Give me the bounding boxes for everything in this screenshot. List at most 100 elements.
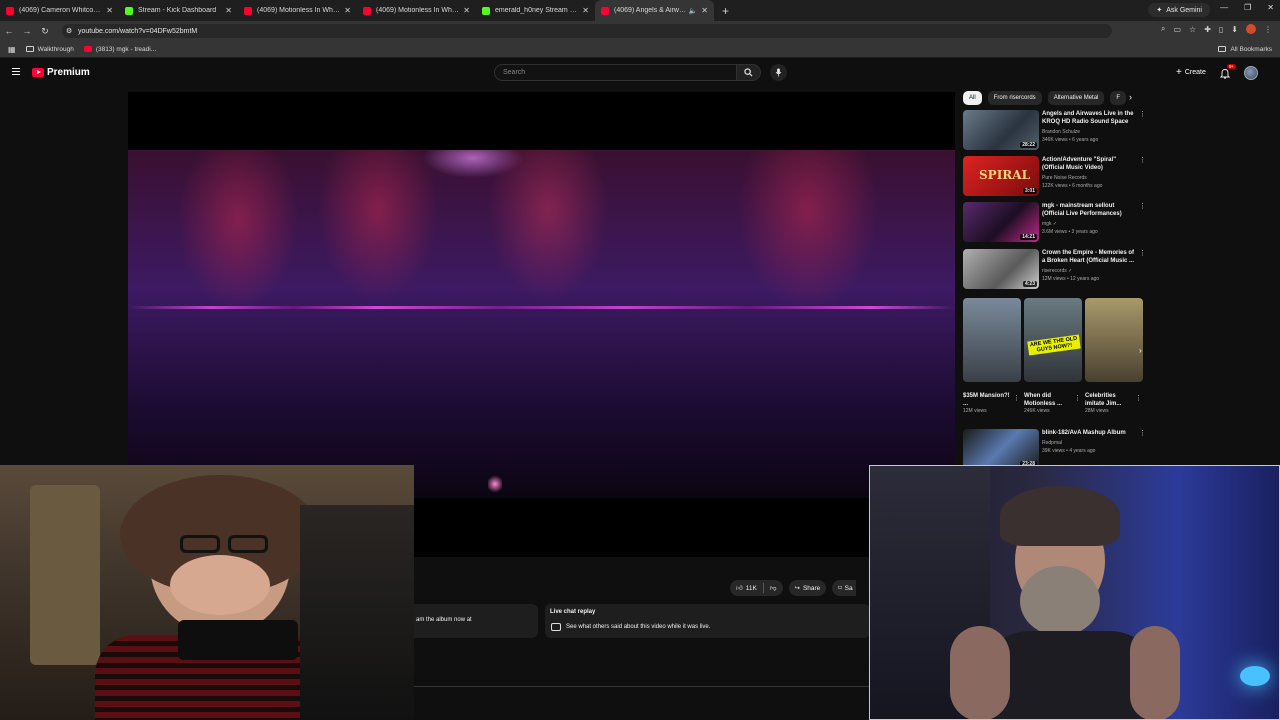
maximize-icon[interactable]: ❐ [1244,3,1251,12]
chip-alternative-metal[interactable]: Alternative Metal [1047,90,1105,105]
youtube-logo[interactable]: Premium [32,67,90,78]
chevron-right-icon[interactable]: › [1139,346,1142,355]
close-tab-icon[interactable]: ✕ [225,6,232,15]
more-options-icon[interactable]: ⋮ [1139,249,1146,257]
more-options-icon[interactable]: ⋮ [1135,394,1142,402]
site-info-icon[interactable]: ⚙ [66,27,72,35]
microphone-icon [775,68,782,77]
recommendation-item[interactable]: 28:22 Angels and Airwaves Live in the KR… [963,110,1146,150]
person-face-lower [170,555,270,615]
plus-icon: + [1176,67,1182,78]
ask-gemini-button[interactable]: ✦ Ask Gemini [1148,3,1210,17]
chip-from-risercords[interactable]: From risercords [987,90,1042,105]
video-thumbnail[interactable]: 23:28 [963,429,1039,469]
video-thumbnail[interactable]: SPIRAL 3:01 [963,156,1039,196]
browser-tab-active[interactable]: (4069) Angels & Airwaves 🔈 ✕ [595,0,714,21]
recommendation-item[interactable]: 14:21 mgk - mainstream sellout (Official… [963,202,1146,242]
video-thumbnail[interactable]: 4:23 [963,249,1039,289]
shorts-shelf: $35M Mansion?! ... 12M views ⋮ ARE WE TH… [963,298,1145,422]
chip-more[interactable]: F [1110,90,1127,105]
more-options-icon[interactable]: ⋮ [1074,394,1081,402]
glasses-right [228,535,268,553]
search-button[interactable] [737,64,761,81]
url-field[interactable]: ⚙ youtube.com/watch?v=04DFw52bmtM [62,24,1112,38]
youtube-icon [363,6,371,15]
short-item[interactable]: ARE WE THE OLD GUYS NOW?! When did Motio… [1024,298,1082,414]
menu-kebab-icon[interactable]: ⋮ [1264,25,1272,34]
all-bookmarks[interactable]: All Bookmarks [1218,46,1272,53]
cast-icon[interactable]: ▭ [1173,25,1181,34]
more-options-icon[interactable]: ⋮ [1139,156,1146,164]
zoom-icon[interactable]: ⌕ [1161,24,1165,34]
voice-search-button[interactable] [770,64,787,81]
short-item[interactable]: $35M Mansion?! ... 12M views ⋮ [963,298,1021,414]
blue-light [1240,666,1270,686]
extensions-icon[interactable]: ✚ [1204,25,1211,34]
recommendation-item[interactable]: 4:23 Crown the Empire - Memories of a Br… [963,249,1146,289]
youtube-icon [83,46,92,52]
reload-icon[interactable]: ↻ [36,26,54,37]
speaker-icon[interactable]: 🔈 [689,7,698,15]
user-avatar[interactable] [1244,66,1258,80]
microphone [178,620,298,660]
new-tab-icon[interactable]: + [722,4,729,18]
live-chat-replay-panel[interactable]: Live chat replay See what others said ab… [545,604,870,638]
short-thumbnail[interactable] [1085,298,1143,382]
minimize-icon[interactable]: — [1220,3,1228,12]
browser-tab[interactable]: (4069) Motionless In White - S ✕ [357,0,476,21]
close-tab-icon[interactable]: ✕ [701,6,708,15]
chevron-right-icon[interactable]: › [1129,92,1132,102]
browser-tab[interactable]: (4069) Cameron Whitcomb - K ✕ [0,0,119,21]
back-icon[interactable]: ← [0,26,18,36]
browser-tab[interactable]: emerald_h0ney Stream - Watch ✕ [476,0,595,21]
youtube-icon [6,6,14,15]
bookmark-walkthrough[interactable]: Walkthrough [25,46,74,53]
description-box[interactable]: am the album now at [414,604,538,638]
more-options-icon[interactable]: ⋮ [1013,394,1020,402]
video-thumbnail[interactable]: 28:22 [963,110,1039,150]
sparkle-icon: ✦ [1156,7,1163,14]
share-button[interactable]: ↪ Share [788,580,827,596]
apps-grid-icon[interactable]: ▦ [8,45,16,54]
browser-tab[interactable]: (4069) Motionless In White - T ✕ [238,0,357,21]
tattooed-arm [1130,626,1180,719]
video-thumbnail[interactable]: 14:21 [963,202,1039,242]
save-button[interactable]: ⌑ Sa [832,580,856,596]
close-tab-icon[interactable]: ✕ [463,6,470,15]
address-bar-row: ← → ↻ ⚙ youtube.com/watch?v=04DFw52bmtM … [0,21,1280,41]
short-item[interactable]: Celebrities imitate Jim... 28M views ⋮ [1085,298,1143,414]
webcam-left [0,465,414,720]
profile-avatar[interactable] [1246,24,1256,34]
more-options-icon[interactable]: ⋮ [1139,429,1146,437]
sidebar-icon[interactable]: ▯ [1219,25,1223,34]
downloads-icon[interactable]: ⬇ [1231,25,1238,34]
thumbs-up-icon: 👍︎ [736,585,743,592]
dislike-button[interactable]: 👎︎ [770,584,777,592]
like-dislike-group: 👍︎ 11K 👎︎ [730,580,783,596]
forward-icon[interactable]: → [18,26,36,36]
close-tab-icon[interactable]: ✕ [106,6,113,15]
stage-light-strip [128,306,955,309]
tattooed-arm [950,626,1010,719]
close-tab-icon[interactable]: ✕ [344,6,351,15]
bookmark-mgk[interactable]: (3813) mgk - treadi... [83,46,156,53]
recommendation-item[interactable]: SPIRAL 3:01 Action/Adventure "Spiral" (O… [963,156,1146,196]
glasses-left [180,535,220,553]
create-button[interactable]: + Create [1170,65,1212,80]
share-arrow-icon: ↪ [794,585,800,592]
hamburger-menu-icon[interactable] [12,68,20,77]
bookmark-star-icon[interactable]: ☆ [1189,25,1196,34]
short-thumbnail[interactable] [963,298,1021,382]
divider [414,686,870,687]
more-options-icon[interactable]: ⋮ [1139,202,1146,210]
search-input[interactable]: Search [494,64,737,81]
recommendation-item[interactable]: 23:28 blink-182/AvA Mashup Album Redpmal… [963,429,1146,469]
close-window-icon[interactable]: ✕ [1267,3,1274,12]
notification-badge: 9+ [1227,64,1237,69]
browser-tab[interactable]: Stream - Kick Dashboard ✕ [119,0,238,21]
more-options-icon[interactable]: ⋮ [1139,110,1146,118]
chip-all[interactable]: All [963,90,982,105]
filter-chips: All From risercords Alternative Metal F [963,90,1127,105]
close-tab-icon[interactable]: ✕ [582,6,589,15]
like-button[interactable]: 👍︎ 11K [736,584,757,593]
